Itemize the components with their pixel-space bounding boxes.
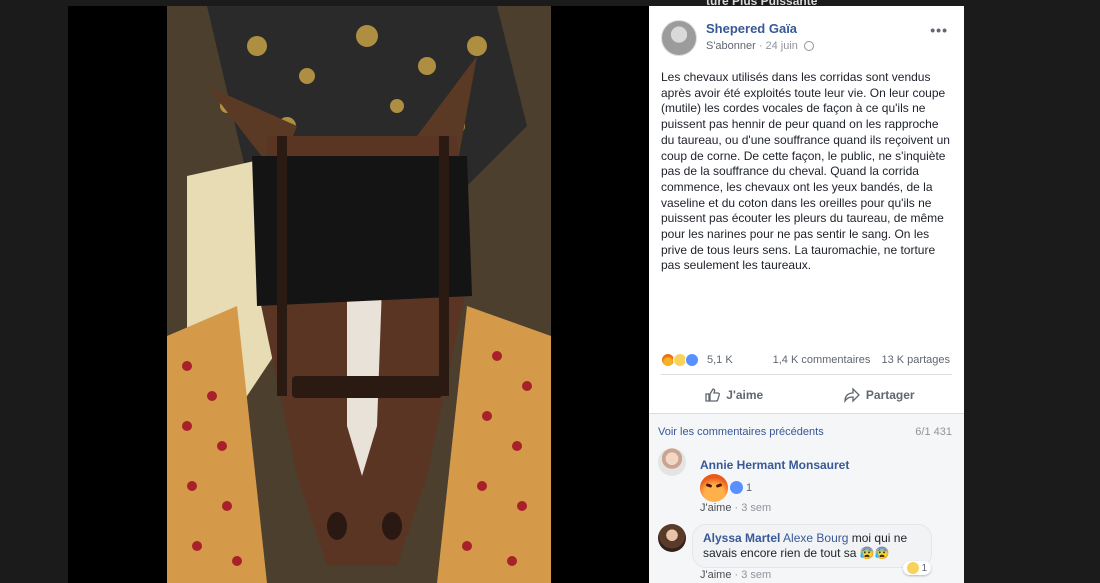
comments-pagination: 6/1 431 [915, 426, 952, 438]
divider [661, 374, 952, 375]
share-label: Partager [865, 388, 915, 402]
comment-item: Annie Hermant Monsauret 1 J'aime 3 sem [658, 448, 952, 518]
sad-icon [907, 562, 920, 574]
like-label: J'aime [726, 388, 764, 402]
comment-item: Alyssa Martel Alexe Bourg moi qui ne sav… [658, 524, 952, 583]
post-photo-horse[interactable] [167, 6, 551, 583]
post-meta: S'abonner · 24 juin [706, 40, 814, 52]
comments-section: Voir les commentaires précédents 6/1 431… [649, 413, 964, 583]
comments-count[interactable]: 1,4 K commentaires [773, 354, 871, 366]
comment-actions: J'aime 3 sem [700, 502, 771, 514]
comment-like-link[interactable]: J'aime [700, 502, 731, 514]
comment-bubble: Alyssa Martel Alexe Bourg moi qui ne sav… [692, 524, 932, 575]
comment-reaction-count: 1 [746, 481, 753, 494]
comment-actions: J'aime 3 sem [700, 569, 771, 581]
post-date[interactable]: 24 juin [765, 40, 797, 52]
comment-time[interactable]: 3 sem [735, 502, 772, 514]
comment-mention[interactable]: Alexe Bourg [783, 531, 848, 545]
previous-comments-link[interactable]: Voir les commentaires précédents [658, 426, 824, 438]
angry-sticker-icon [700, 474, 728, 502]
share-button[interactable]: Partager [807, 380, 953, 410]
meta-separator: · [758, 40, 763, 52]
comment-like-link[interactable]: J'aime [700, 569, 731, 581]
comment-reactions[interactable]: 1 [903, 561, 931, 575]
author-avatar[interactable] [661, 20, 697, 56]
comment-bubble: Annie Hermant Monsauret [700, 456, 849, 474]
engagement-counts: 1,4 K commentaires 13 K partages [773, 354, 950, 366]
comment-body: Alyssa Martel Alexe Bourg moi qui ne sav… [703, 531, 921, 561]
horse-illustration [167, 6, 551, 583]
post-text: Les chevaux utilisés dans les corridas s… [661, 70, 950, 273]
previous-comments-row: Voir les commentaires précédents 6/1 431 [658, 426, 952, 438]
comment-reactions[interactable]: 1 [730, 481, 752, 494]
commenter-avatar[interactable] [658, 524, 686, 552]
post-panel: Shepered Gaïa S'abonner · 24 juin ••• Le… [649, 6, 964, 583]
comment-time[interactable]: 3 sem [735, 569, 772, 581]
like-button[interactable]: J'aime [661, 380, 807, 410]
comment-author[interactable]: Annie Hermant Monsauret [700, 458, 849, 472]
reactions-bar: 5,1 K 1,4 K commentaires 13 K partages [661, 352, 952, 370]
shares-count[interactable]: 13 K partages [882, 354, 951, 366]
post-header: Shepered Gaïa S'abonner · 24 juin ••• [661, 18, 952, 58]
reaction-icons[interactable] [661, 353, 699, 367]
more-options-icon[interactable]: ••• [930, 22, 948, 38]
thumbs-up-icon [705, 388, 721, 402]
post-actions: J'aime Partager [661, 380, 952, 410]
globe-icon [803, 41, 814, 51]
post-author-name[interactable]: Shepered Gaïa [706, 21, 797, 36]
like-icon [730, 481, 743, 494]
comment-reaction-count: 1 [921, 562, 927, 574]
like-icon [685, 353, 699, 367]
share-arrow-icon [844, 387, 860, 403]
photo-viewer [68, 6, 649, 583]
follow-link[interactable]: S'abonner [706, 40, 756, 52]
commenter-avatar[interactable] [658, 448, 686, 476]
comment-author[interactable]: Alyssa Martel [703, 531, 780, 545]
reaction-count[interactable]: 5,1 K [707, 354, 733, 366]
